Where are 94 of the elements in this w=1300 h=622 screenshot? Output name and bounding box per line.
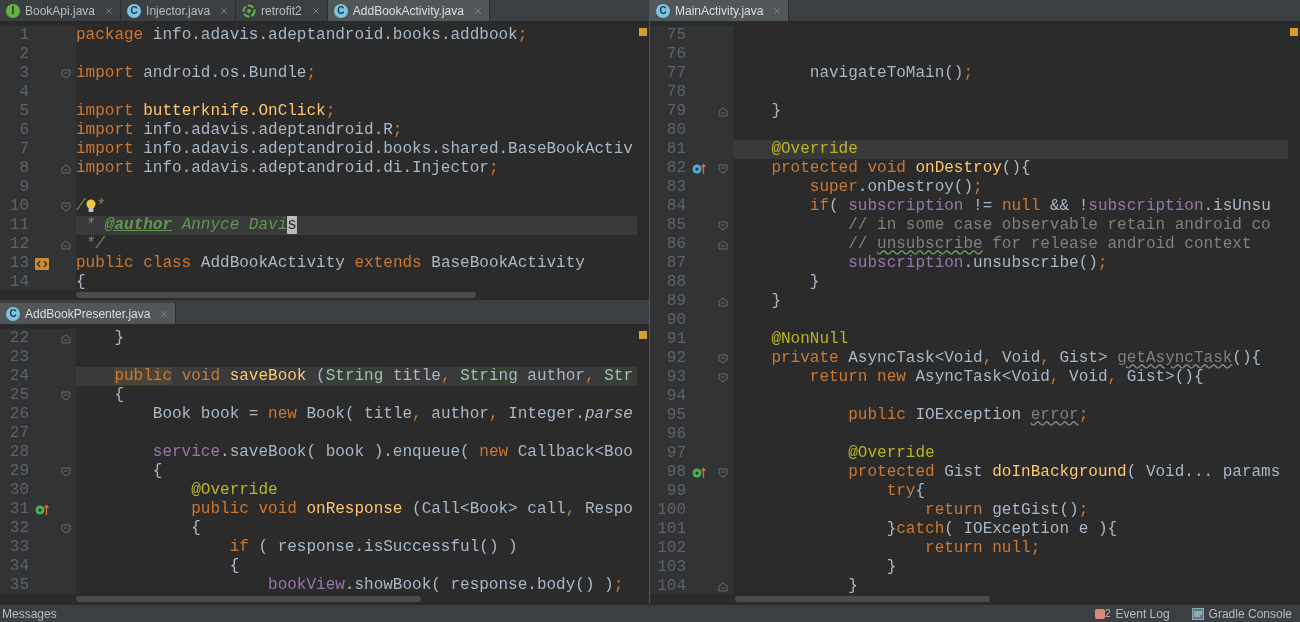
messages-tool-button[interactable]: Messages — [2, 604, 57, 622]
code-line: service.saveBook( book ).enqueue( new Callback<Boo — [151, 443, 634, 462]
code-line: import android.os.Bundle; — [76, 64, 318, 83]
code-line: { — [113, 386, 125, 405]
class-icon: C — [6, 306, 20, 321]
code-line: */ — [84, 235, 106, 254]
code-line: } — [847, 577, 859, 594]
code-line: return null; — [924, 539, 1042, 558]
code-line: protected Gist doInBackground( Void... params — [847, 463, 1282, 482]
overrides-method-icon[interactable] — [692, 162, 706, 175]
class-icon: C — [127, 3, 142, 18]
tab-label: AddBookPresenter.java — [25, 305, 151, 323]
code-line: { — [151, 462, 164, 481]
close-icon[interactable] — [472, 5, 483, 16]
close-icon[interactable] — [310, 5, 321, 16]
fold-icon[interactable] — [717, 353, 728, 364]
fold-icon[interactable] — [60, 466, 71, 477]
code-line: super.onDestroy(); — [808, 178, 984, 197]
related-file-icon[interactable] — [34, 256, 50, 271]
code-line: if ( response.isSuccessful() ) — [228, 538, 519, 557]
code-line: protected void onDestroy(){ — [770, 159, 1032, 178]
class-icon: C — [333, 3, 348, 18]
code-line: navigateToMain(); — [808, 64, 975, 83]
code-line: * — [95, 197, 107, 216]
scrollbar-thumb[interactable] — [76, 596, 421, 602]
fold-icon[interactable] — [717, 106, 728, 117]
code-line: return new AsyncTask<Void, Void, Gist>(){ — [808, 368, 1205, 387]
code-line: public IOException error; — [847, 406, 1090, 425]
fold-icon[interactable] — [60, 390, 71, 401]
code-line: return getGist(); — [924, 501, 1090, 520]
module-icon — [242, 3, 257, 18]
tab-label: BookApi.java — [25, 2, 96, 20]
fold-icon[interactable] — [717, 220, 728, 231]
code-line: // in some case observable retain android co — [847, 216, 1272, 235]
close-icon[interactable] — [772, 5, 783, 16]
code-line: } — [770, 292, 782, 311]
code-line: // unsubscribe for release android context — [847, 235, 1253, 254]
code-line: package info.adavis.adeptandroid.books.addbook; — [76, 26, 529, 45]
fold-icon[interactable] — [60, 68, 71, 79]
code-line: { — [228, 557, 241, 576]
lightbulb-icon[interactable] — [85, 198, 96, 214]
code-line: { — [76, 273, 87, 290]
class-icon: C — [656, 3, 670, 18]
fold-icon[interactable] — [717, 239, 728, 250]
code-line: private AsyncTask<Void, Void, Gist> getAsyncTask(){ — [770, 349, 1263, 368]
editor-tab[interactable]: C MainActivity.java — [650, 0, 790, 21]
scrollbar-thumb[interactable] — [76, 292, 476, 298]
code-line: @NonNull — [770, 330, 850, 349]
event-log-button[interactable]: 2 Event Log — [1095, 604, 1170, 622]
code-line: }catch( IOException e ){ — [885, 520, 1119, 539]
code-line: } — [113, 329, 125, 348]
fold-icon[interactable] — [60, 239, 71, 250]
implements-method-icon[interactable] — [35, 503, 49, 516]
fold-icon[interactable] — [717, 467, 728, 478]
code-line: public class AddBookActivity extends BaseBookActivity — [76, 254, 586, 273]
code-line: subscription.unsubscribe(); — [847, 254, 1109, 273]
tab-label: MainActivity.java — [675, 2, 764, 20]
code-line: import butterknife.OnClick; — [76, 102, 337, 121]
code-line: if( subscription != null && !subscription.isUnsu — [808, 197, 1272, 216]
close-icon[interactable] — [159, 308, 170, 319]
code-line: } — [885, 558, 898, 577]
code-line: import info.adavis.adeptandroid.R; — [76, 121, 404, 140]
fold-icon[interactable] — [717, 163, 728, 174]
tab-label: AddBookActivity.java — [352, 2, 464, 20]
fold-icon[interactable] — [60, 333, 71, 344]
code-line: { — [190, 519, 202, 538]
fold-icon[interactable] — [60, 163, 71, 174]
editor-tab[interactable]: C AddBookPresenter.java — [0, 303, 177, 324]
code-line: import info.adavis.adeptandroid.di.Injector; — [76, 159, 500, 178]
interface-icon: I — [6, 3, 20, 18]
close-icon[interactable] — [104, 5, 115, 16]
console-icon — [1191, 607, 1204, 620]
fold-icon[interactable] — [60, 201, 71, 212]
gradle-console-button[interactable]: Gradle Console — [1191, 604, 1292, 622]
code-line: @Override — [847, 444, 936, 463]
code-line: try{ — [885, 482, 927, 501]
fold-icon[interactable] — [717, 296, 728, 307]
code-line: Book book = new Book( title, author, Integer.parse — [151, 405, 634, 424]
code-line: / — [76, 197, 86, 216]
tab-label: retrofit2 — [261, 2, 302, 20]
scrollbar-thumb[interactable] — [735, 596, 990, 602]
fold-icon[interactable] — [717, 581, 728, 592]
editor-tab[interactable]: C AddBookActivity.java — [327, 0, 490, 21]
implements-method-icon[interactable] — [692, 466, 706, 479]
fold-icon[interactable] — [717, 372, 728, 383]
code-line: bookView.showBook( response.body() ); — [267, 576, 625, 594]
close-icon[interactable] — [219, 5, 230, 16]
code-line: } — [808, 273, 821, 292]
code-line: @Override — [190, 481, 279, 500]
code-line: public void onResponse (Call<Book> call, Respo — [190, 500, 634, 519]
code-line: import info.adavis.adeptandroid.books.shared.BaseBookActiv — [76, 140, 634, 159]
code-line: } — [770, 102, 782, 121]
fold-icon[interactable] — [60, 523, 71, 534]
tab-label: Injector.java — [146, 2, 211, 20]
